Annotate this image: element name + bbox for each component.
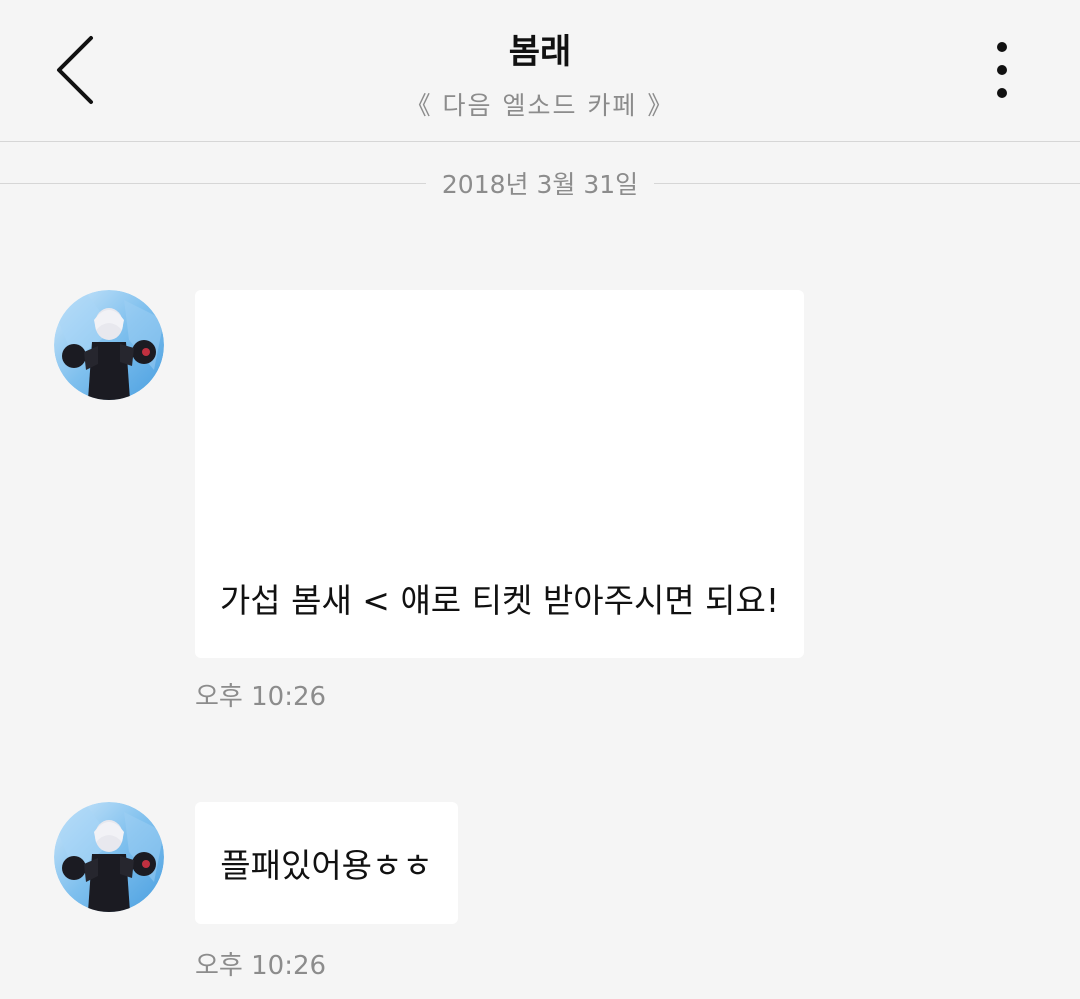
chat-title: 봄래 — [508, 32, 572, 72]
more-vertical-icon — [997, 42, 1007, 52]
avatar[interactable] — [54, 290, 164, 400]
divider-line — [0, 182, 426, 184]
message-bubble[interactable]: 플패있어용ㅎㅎ — [195, 802, 458, 924]
message-time: 오후 10:26 — [195, 951, 327, 981]
more-vertical-icon-dot — [997, 88, 1007, 98]
message-text: 가섭 봄새 < 얘로 티켓 받아주시면 되요! — [219, 581, 780, 620]
date-divider: 2018년 3월 31일 — [0, 162, 1080, 204]
message-text: 플패있어용ㅎㅎ — [220, 846, 433, 885]
date-label: 2018년 3월 31일 — [441, 170, 639, 199]
more-options-button[interactable] — [978, 38, 1026, 102]
message-time: 오후 10:26 — [195, 682, 327, 712]
avatar[interactable] — [54, 802, 164, 912]
chat-subtitle: 《 다음 엘소드 카페 》 — [405, 91, 675, 120]
chat-header: 봄래 《 다음 엘소드 카페 》 — [0, 0, 1080, 142]
message-bubble[interactable]: 가섭 봄새 < 얘로 티켓 받아주시면 되요! — [195, 290, 804, 658]
more-vertical-icon-dot — [997, 65, 1007, 75]
divider-line — [654, 182, 1080, 184]
